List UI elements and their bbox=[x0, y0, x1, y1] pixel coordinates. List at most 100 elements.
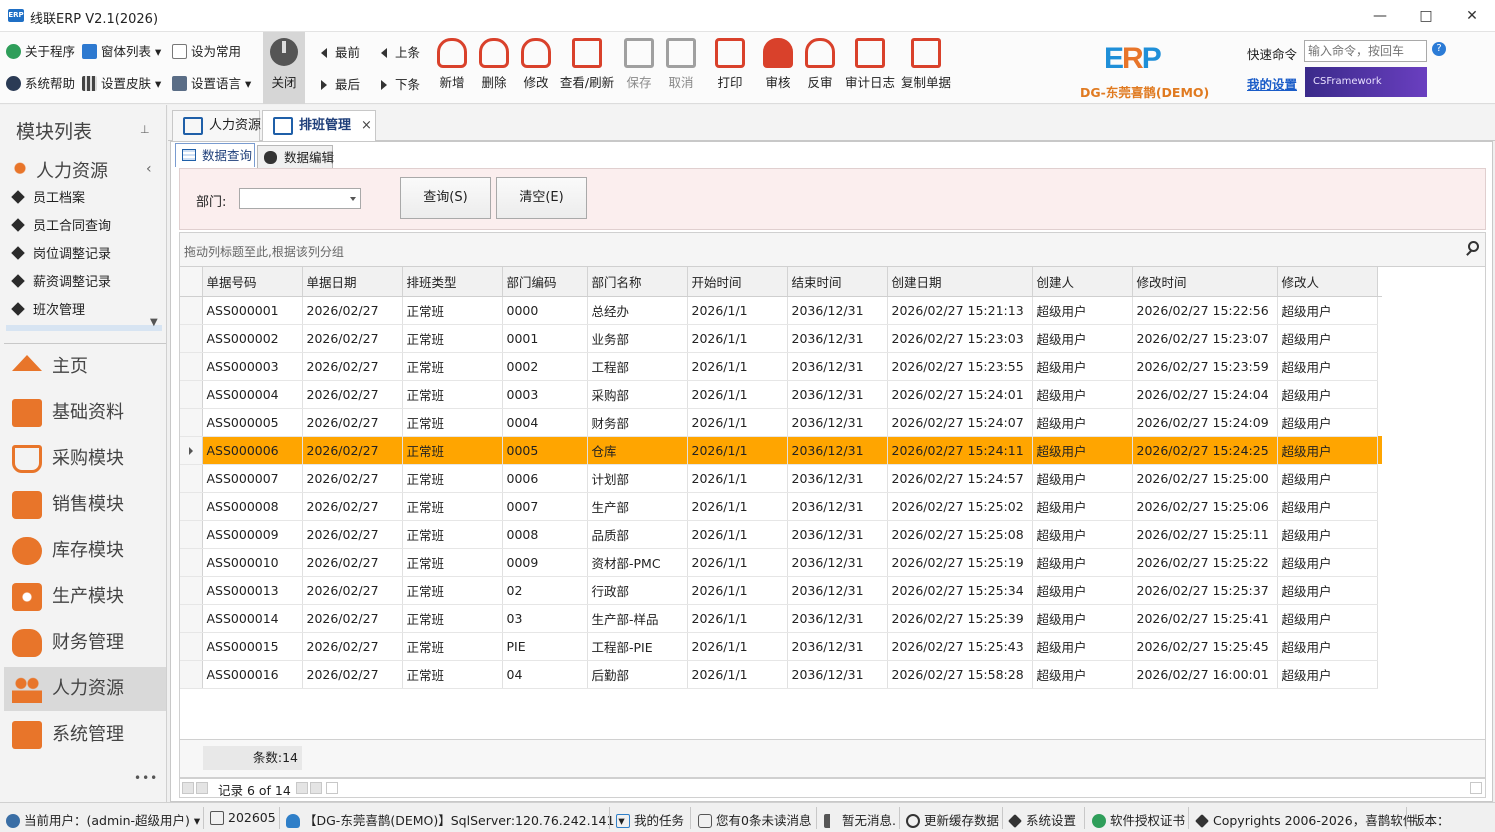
table-cell[interactable]: 2036/12/31 bbox=[787, 520, 888, 549]
table-cell[interactable]: 行政部 bbox=[587, 576, 688, 605]
table-cell[interactable]: 2026/02/27 bbox=[302, 352, 403, 381]
table-cell[interactable]: 2026/02/27 15:25:19 bbox=[887, 548, 1033, 577]
table-cell[interactable]: 超级用户 bbox=[1277, 436, 1378, 465]
table-cell[interactable]: 超级用户 bbox=[1277, 296, 1378, 325]
table-cell[interactable]: 2036/12/31 bbox=[787, 660, 888, 689]
tab-hr[interactable]: 人力资源 bbox=[172, 110, 261, 141]
table-cell[interactable]: 2026/02/27 15:23:03 bbox=[887, 324, 1033, 353]
table-cell[interactable]: 2026/1/1 bbox=[687, 492, 788, 521]
module-purchase[interactable]: 采购模块 bbox=[4, 437, 166, 481]
table-cell[interactable]: ASS000006 bbox=[202, 436, 303, 465]
tab-shift-schedule[interactable]: 排班管理 × bbox=[262, 110, 376, 141]
row-indicator[interactable] bbox=[180, 464, 203, 493]
status-unread[interactable]: 您有0条未读消息 bbox=[698, 810, 811, 829]
print-button[interactable]: 打印 bbox=[710, 36, 750, 102]
table-cell[interactable]: 超级用户 bbox=[1277, 604, 1378, 633]
table-cell[interactable]: ASS000007 bbox=[202, 464, 303, 493]
table-row[interactable]: ASS000006 2026/02/27 正常班 0005 仓库 2026/1/1 2036… bbox=[180, 436, 1382, 465]
table-cell[interactable]: 采购部 bbox=[587, 380, 688, 409]
table-cell[interactable]: 资材部-PMC bbox=[587, 548, 688, 577]
table-cell[interactable]: PIE bbox=[502, 632, 588, 661]
audit-log-button[interactable]: 审计日志 bbox=[842, 36, 898, 102]
table-row[interactable]: ASS000010 2026/02/27 正常班 0009 资材部-PMC 2026/1/… bbox=[180, 548, 1382, 577]
delete-button[interactable]: 删除 bbox=[474, 36, 514, 102]
table-cell[interactable]: 2026/02/27 15:24:04 bbox=[1132, 380, 1278, 409]
table-cell[interactable]: 0001 bbox=[502, 324, 588, 353]
table-cell[interactable]: 超级用户 bbox=[1277, 576, 1378, 605]
group-panel[interactable]: 拖动列标题至此,根据该列分组 bbox=[179, 232, 1486, 266]
table-cell[interactable]: 2026/02/27 15:24:01 bbox=[887, 380, 1033, 409]
status-cache[interactable]: 更新缓存数据 bbox=[906, 810, 999, 829]
table-cell[interactable]: 超级用户 bbox=[1277, 380, 1378, 409]
help-button[interactable]: 系统帮助 bbox=[6, 73, 75, 95]
row-indicator[interactable] bbox=[180, 660, 203, 689]
table-row[interactable]: ASS000005 2026/02/27 正常班 0004 财务部 2026/1/1 203… bbox=[180, 408, 1382, 437]
table-row[interactable]: ASS000001 2026/02/27 正常班 0000 总经办 2026/1/1 203… bbox=[180, 296, 1382, 325]
table-cell[interactable]: 生产部-样品 bbox=[587, 604, 688, 633]
row-indicator[interactable] bbox=[180, 324, 203, 353]
table-cell[interactable]: 超级用户 bbox=[1277, 464, 1378, 493]
column-header[interactable]: 单据日期 bbox=[302, 267, 403, 297]
table-cell[interactable]: 品质部 bbox=[587, 520, 688, 549]
minimize-button[interactable]: — bbox=[1357, 0, 1403, 32]
table-cell[interactable]: 超级用户 bbox=[1032, 632, 1133, 661]
column-header[interactable]: 部门编码 bbox=[502, 267, 588, 297]
table-cell[interactable]: 2026/02/27 15:24:57 bbox=[887, 464, 1033, 493]
table-cell[interactable]: ASS000013 bbox=[202, 576, 303, 605]
table-cell[interactable]: 03 bbox=[502, 604, 588, 633]
nav-first-icon[interactable] bbox=[182, 782, 194, 794]
row-indicator[interactable] bbox=[180, 436, 203, 465]
table-cell[interactable]: 正常班 bbox=[402, 352, 503, 381]
table-cell[interactable]: 超级用户 bbox=[1032, 604, 1133, 633]
table-cell[interactable]: 正常班 bbox=[402, 464, 503, 493]
table-cell[interactable]: 正常班 bbox=[402, 408, 503, 437]
nav-next-icon[interactable] bbox=[296, 782, 308, 794]
table-cell[interactable]: 超级用户 bbox=[1277, 520, 1378, 549]
table-cell[interactable]: 超级用户 bbox=[1032, 492, 1133, 521]
table-cell[interactable]: 超级用户 bbox=[1032, 576, 1133, 605]
table-cell[interactable]: 2026/02/27 15:24:25 bbox=[1132, 436, 1278, 465]
row-indicator[interactable] bbox=[180, 548, 203, 577]
row-indicator[interactable] bbox=[180, 352, 203, 381]
about-button[interactable]: 关于程序 bbox=[6, 41, 75, 63]
table-row[interactable]: ASS000014 2026/02/27 正常班 03 生产部-样品 2026/1/1 20… bbox=[180, 604, 1382, 633]
table-cell[interactable]: 计划部 bbox=[587, 464, 688, 493]
table-cell[interactable]: 超级用户 bbox=[1032, 464, 1133, 493]
add-button[interactable]: 新增 bbox=[432, 36, 472, 102]
table-cell[interactable]: 2036/12/31 bbox=[787, 380, 888, 409]
group-hr[interactable]: 人力资源 bbox=[10, 157, 108, 183]
column-header[interactable]: 部门名称 bbox=[587, 267, 688, 297]
table-cell[interactable]: ASS000002 bbox=[202, 324, 303, 353]
table-cell[interactable]: 工程部 bbox=[587, 352, 688, 381]
table-cell[interactable]: 超级用户 bbox=[1277, 408, 1378, 437]
approve-button[interactable]: 审核 bbox=[758, 36, 798, 102]
table-cell[interactable]: 2036/12/31 bbox=[787, 492, 888, 521]
table-cell[interactable]: 2026/02/27 15:25:34 bbox=[887, 576, 1033, 605]
table-cell[interactable]: 0009 bbox=[502, 548, 588, 577]
row-indicator[interactable] bbox=[180, 604, 203, 633]
help-icon[interactable]: ? bbox=[1432, 42, 1446, 56]
table-cell[interactable]: 2026/02/27 15:24:07 bbox=[887, 408, 1033, 437]
skin-button[interactable]: 设置皮肤 ▾ bbox=[82, 73, 161, 95]
subtab-data-edit[interactable]: 数据编辑 bbox=[257, 145, 334, 169]
language-button[interactable]: 设置语言 ▾ bbox=[172, 73, 251, 95]
status-period[interactable]: 202605 bbox=[210, 810, 276, 825]
table-cell[interactable]: 0007 bbox=[502, 492, 588, 521]
table-cell[interactable]: 2026/1/1 bbox=[687, 520, 788, 549]
table-cell[interactable]: 财务部 bbox=[587, 408, 688, 437]
table-cell[interactable]: ASS000004 bbox=[202, 380, 303, 409]
prev-record-button[interactable]: 上条 bbox=[381, 42, 420, 64]
table-cell[interactable]: 2026/02/27 15:22:56 bbox=[1132, 296, 1278, 325]
quick-command-input[interactable] bbox=[1304, 40, 1427, 62]
table-cell[interactable]: 正常班 bbox=[402, 324, 503, 353]
table-cell[interactable]: 2026/02/27 bbox=[302, 492, 403, 521]
status-user[interactable]: 当前用户：(admin-超级用户) ▾ bbox=[6, 810, 200, 829]
save-button[interactable]: 保存 bbox=[620, 36, 658, 102]
module-hr[interactable]: 人力资源 bbox=[4, 667, 166, 711]
table-cell[interactable]: 2026/1/1 bbox=[687, 324, 788, 353]
table-cell[interactable]: 2026/02/27 15:25:00 bbox=[1132, 464, 1278, 493]
module-finance[interactable]: 财务管理 bbox=[4, 621, 166, 665]
next-record-button[interactable]: 下条 bbox=[381, 74, 420, 96]
row-indicator[interactable] bbox=[180, 296, 203, 325]
table-cell[interactable]: 业务部 bbox=[587, 324, 688, 353]
